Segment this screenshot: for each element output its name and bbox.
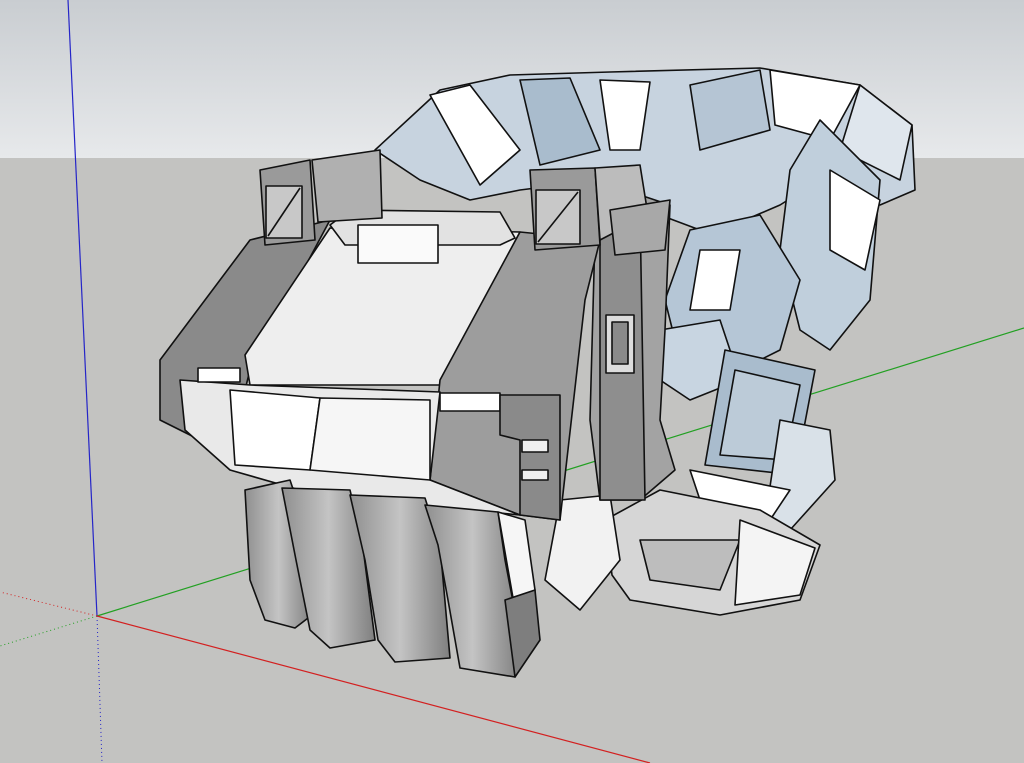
3d-viewport[interactable] [0,0,1024,763]
viewport-canvas[interactable] [0,0,1024,763]
